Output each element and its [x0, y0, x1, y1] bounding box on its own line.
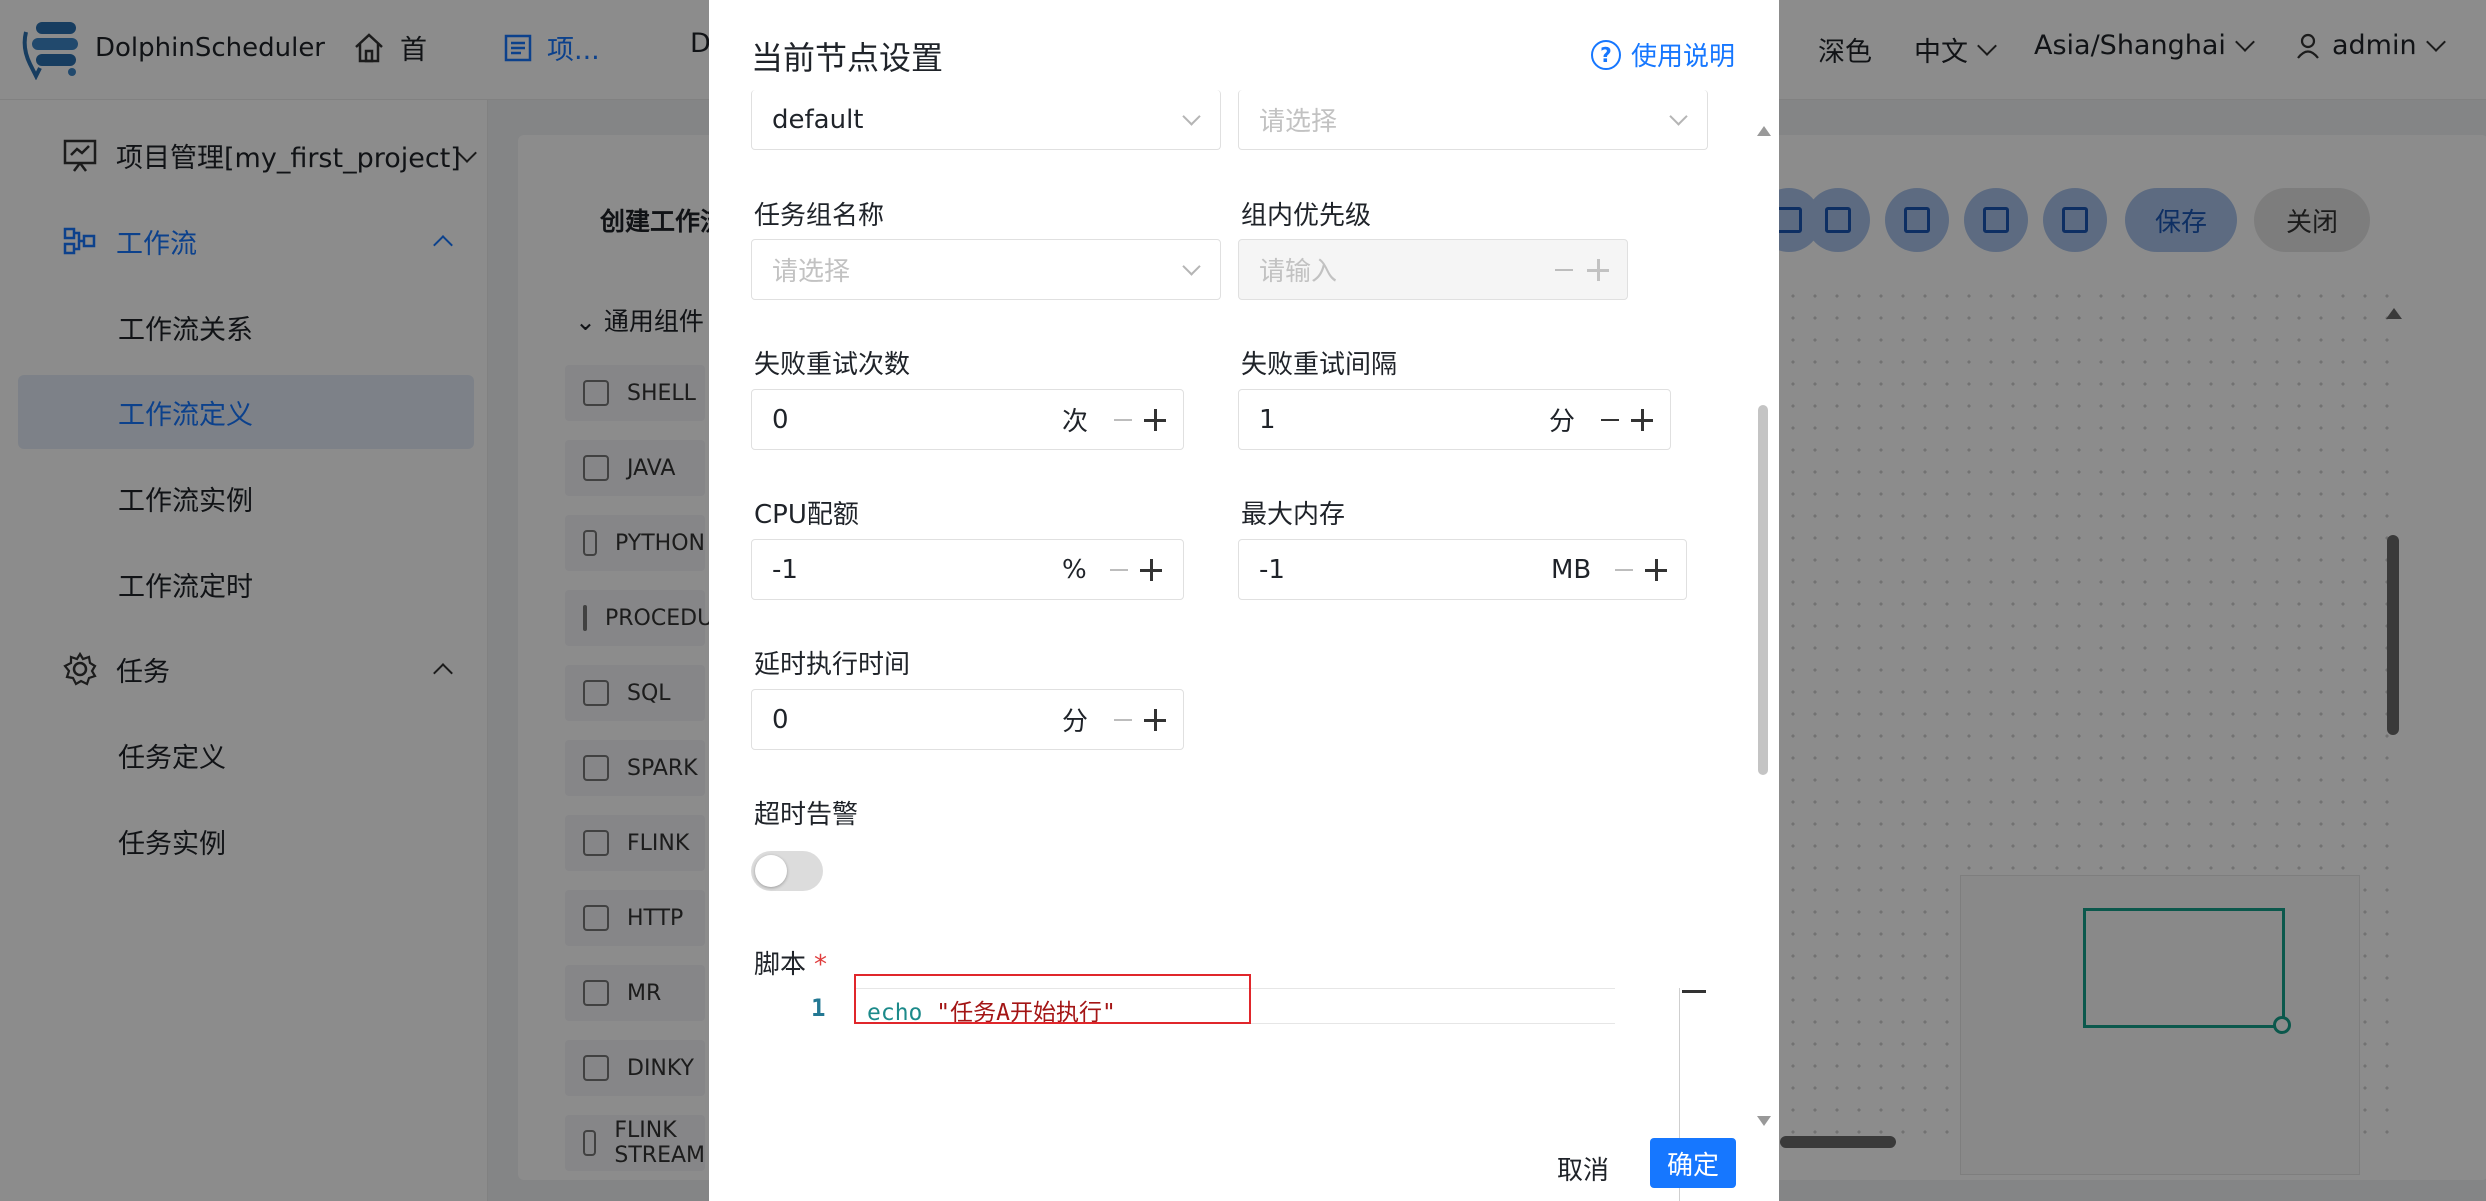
task-group-placeholder: 请选择 — [772, 257, 851, 287]
plus-icon[interactable] — [1144, 709, 1166, 731]
plus-icon[interactable] — [1645, 559, 1667, 581]
delay-time-label: 延时执行时间 — [754, 650, 911, 680]
minus-icon[interactable] — [1615, 569, 1633, 571]
delay-time-input[interactable]: 0 分 — [751, 689, 1184, 750]
timeout-alert-label: 超时告警 — [754, 800, 859, 830]
cpu-quota-value: -1 — [772, 554, 798, 585]
task-group-label: 任务组名称 — [754, 201, 885, 231]
group-priority-placeholder: 请输入 — [1259, 257, 1338, 287]
max-memory-input[interactable]: -1 MB — [1238, 539, 1687, 600]
max-memory-label: 最大内存 — [1241, 500, 1346, 530]
cpu-quota-label: CPU配额 — [754, 500, 859, 530]
drawer-scroll-up-icon[interactable] — [1757, 126, 1771, 136]
minus-icon[interactable] — [1114, 719, 1132, 721]
chevron-down-icon — [1182, 107, 1201, 126]
minus-icon[interactable] — [1601, 419, 1619, 421]
help-label: 使用说明 — [1630, 42, 1735, 72]
plus-icon[interactable] — [1631, 409, 1653, 431]
switch-knob — [755, 855, 787, 887]
drawer-title: 当前节点设置 — [751, 39, 944, 77]
delay-time-unit: 分 — [1062, 707, 1089, 737]
plus-icon[interactable] — [1140, 559, 1162, 581]
environment-select-value: default — [772, 104, 864, 135]
group-priority-label: 组内优先级 — [1241, 201, 1372, 231]
cpu-quota-input[interactable]: -1 % — [751, 539, 1184, 600]
confirm-button[interactable]: 确定 — [1650, 1138, 1736, 1188]
secondary-select[interactable]: 请选择 — [1238, 90, 1708, 150]
chevron-down-icon — [1182, 257, 1201, 276]
environment-select[interactable]: default — [751, 90, 1221, 150]
retry-interval-value: 1 — [1259, 404, 1276, 435]
group-priority-input[interactable]: 请输入 — [1238, 239, 1628, 300]
chevron-down-icon — [1669, 107, 1688, 126]
help-link[interactable]: ? 使用说明 — [1590, 36, 1735, 73]
drawer-scrollbar[interactable] — [1758, 405, 1768, 775]
minus-icon[interactable] — [1114, 419, 1132, 421]
required-mark: * — [814, 950, 828, 980]
delay-time-value: 0 — [772, 704, 789, 735]
plus-icon[interactable] — [1587, 259, 1609, 281]
retry-times-input[interactable]: 0 次 — [751, 389, 1184, 450]
node-settings-drawer: 当前节点设置 ? 使用说明 default 请选择 任务组名称 请选择 组内优先… — [709, 0, 1779, 1201]
plus-icon[interactable] — [1144, 409, 1166, 431]
editor-overview-mark — [1682, 990, 1706, 993]
script-label-text: 脚本 — [754, 950, 807, 980]
cpu-quota-unit: % — [1062, 554, 1087, 585]
retry-times-value: 0 — [772, 404, 789, 435]
minus-icon[interactable] — [1110, 569, 1128, 571]
secondary-select-placeholder: 请选择 — [1259, 107, 1338, 137]
timeout-alert-switch[interactable] — [751, 851, 823, 891]
help-circle-icon: ? — [1590, 39, 1621, 70]
task-group-select[interactable]: 请选择 — [751, 239, 1221, 300]
cancel-button[interactable]: 取消 — [1557, 1150, 1609, 1187]
retry-times-unit: 次 — [1062, 407, 1089, 437]
drawer-scroll-down-icon[interactable] — [1757, 1116, 1771, 1126]
line-number: 1 — [811, 994, 826, 1022]
minus-icon[interactable] — [1555, 269, 1573, 271]
retry-interval-unit: 分 — [1549, 407, 1576, 437]
max-memory-unit: MB — [1551, 554, 1592, 585]
annotation-highlight-box — [854, 974, 1251, 1024]
max-memory-value: -1 — [1259, 554, 1285, 585]
retry-times-label: 失败重试次数 — [754, 350, 911, 380]
retry-interval-label: 失败重试间隔 — [1241, 350, 1398, 380]
script-label: 脚本 * — [754, 944, 827, 981]
retry-interval-input[interactable]: 1 分 — [1238, 389, 1671, 450]
